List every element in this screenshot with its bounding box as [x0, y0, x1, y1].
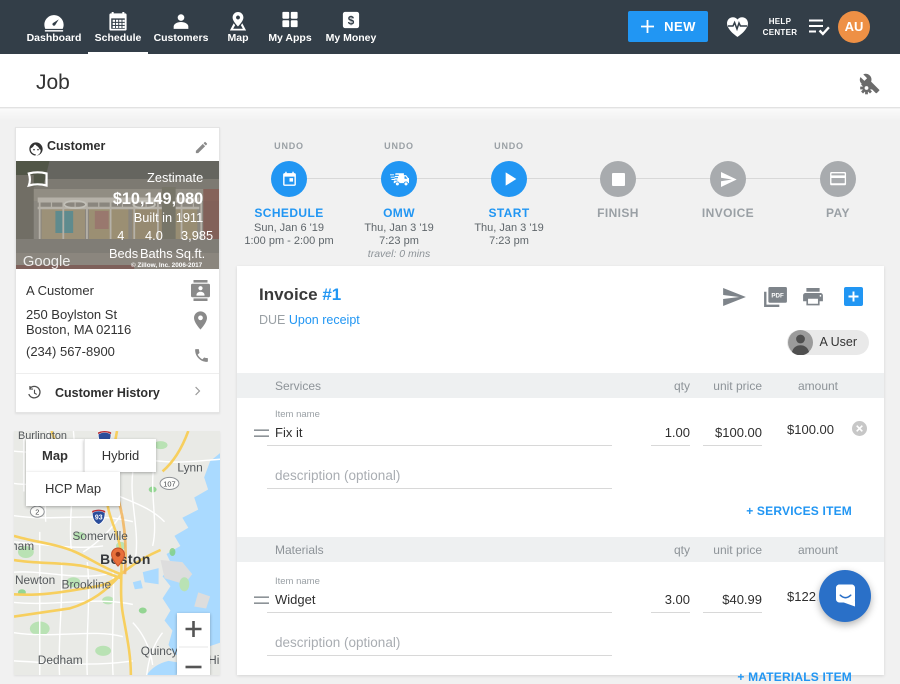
- svg-text:2: 2: [35, 508, 39, 517]
- svg-text:ham: ham: [14, 539, 34, 553]
- svg-text:Lynn: Lynn: [177, 460, 202, 474]
- svg-text:Brookline: Brookline: [62, 577, 112, 591]
- svg-text:Zestimate: Zestimate: [147, 170, 203, 185]
- svg-text:$10,149,080: $10,149,080: [113, 190, 203, 208]
- svg-text:4: 4: [117, 228, 124, 243]
- svg-text:Baths: Baths: [140, 246, 173, 261]
- svg-text:Beds: Beds: [109, 246, 138, 261]
- svg-text:Newton: Newton: [15, 573, 55, 587]
- svg-text:Sq.ft.: Sq.ft.: [175, 246, 205, 261]
- svg-text:Somerville: Somerville: [72, 529, 128, 543]
- svg-text:© Zillow, Inc. 2006-2017: © Zillow, Inc. 2006-2017: [131, 261, 203, 269]
- svg-text:Boston: Boston: [100, 551, 151, 567]
- svg-text:107: 107: [163, 479, 175, 488]
- svg-text:4.0: 4.0: [145, 228, 163, 243]
- svg-text:PDF: PDF: [771, 292, 784, 299]
- svg-text:3,985: 3,985: [181, 228, 213, 243]
- svg-text:Built in 1911: Built in 1911: [134, 210, 203, 225]
- svg-text:Dedham: Dedham: [38, 653, 83, 667]
- svg-text:Quincy: Quincy: [141, 644, 178, 658]
- svg-text:Google: Google: [23, 254, 71, 269]
- svg-text:93: 93: [95, 515, 103, 522]
- svg-text:$: $: [348, 15, 355, 28]
